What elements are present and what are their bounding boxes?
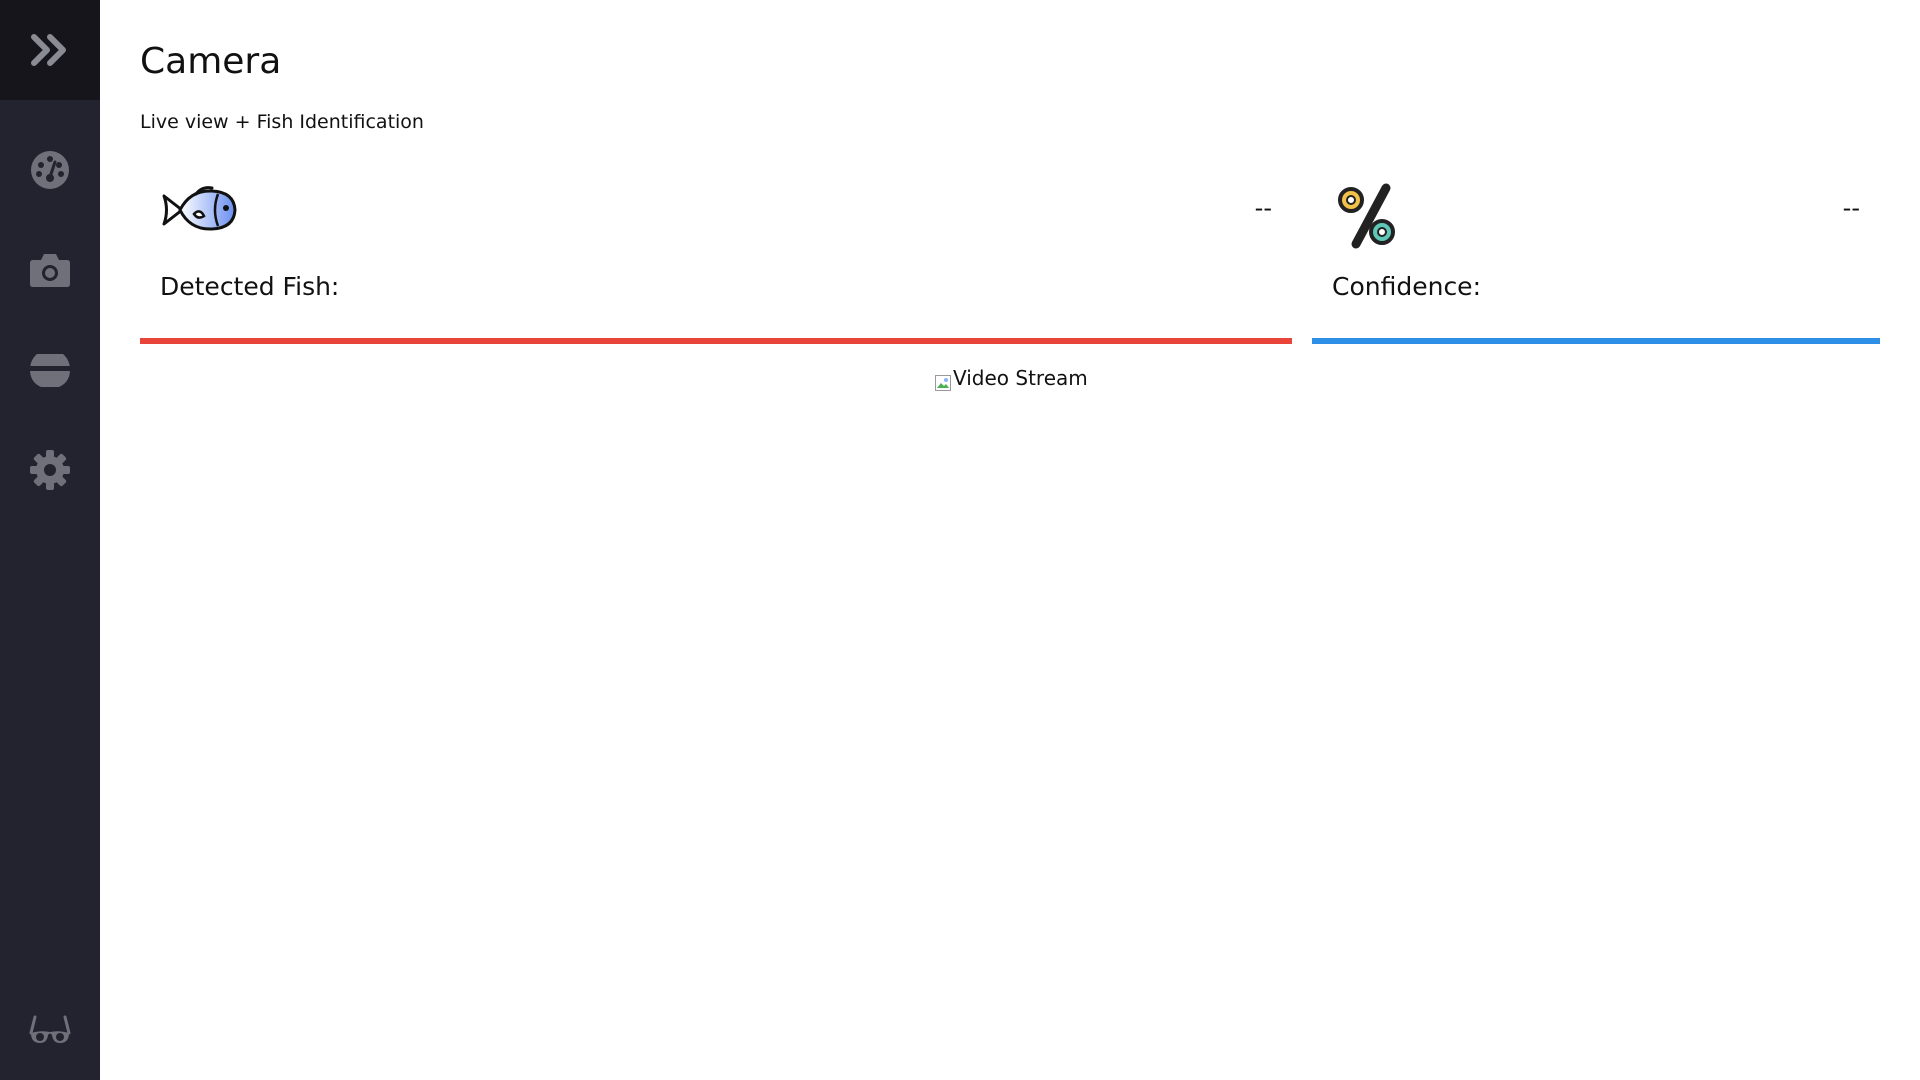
video-stream-alt-text: Video Stream	[953, 366, 1088, 390]
fish-bowl-icon	[29, 352, 71, 388]
confidence-accent-bar	[1312, 338, 1880, 344]
app: Camera Live view + Fish Identification -…	[0, 0, 1920, 1080]
detected-fish-label: Detected Fish:	[160, 272, 340, 301]
sidebar-item-camera[interactable]	[0, 230, 100, 310]
sidebar-item-settings[interactable]	[0, 430, 100, 510]
sidebar-item-glasses[interactable]	[0, 990, 100, 1070]
dashboard-gauge-icon	[30, 150, 70, 190]
page-subtitle: Live view + Fish Identification	[140, 111, 424, 133]
confidence-card: -- Confidence:	[1312, 170, 1880, 344]
camera-icon	[29, 252, 71, 288]
percent-icon	[1332, 180, 1402, 256]
broken-image-icon	[935, 370, 951, 391]
gear-icon	[30, 450, 70, 490]
fish-icon	[160, 180, 238, 244]
glasses-icon	[29, 1013, 71, 1047]
detected-fish-card: -- Detected Fish:	[140, 170, 1292, 344]
main-content: Camera Live view + Fish Identification -…	[100, 0, 1920, 1080]
sidebar-item-dashboard[interactable]	[0, 130, 100, 210]
sidebar	[0, 0, 100, 1080]
sidebar-toggle-button[interactable]	[0, 0, 100, 100]
detected-fish-accent-bar	[140, 338, 1292, 344]
detected-fish-value: --	[1254, 194, 1272, 222]
confidence-value: --	[1842, 194, 1860, 222]
confidence-label: Confidence:	[1332, 272, 1481, 301]
video-stream: Video Stream	[935, 364, 1088, 392]
double-chevron-right-icon	[30, 33, 70, 67]
sidebar-item-aquarium[interactable]	[0, 330, 100, 410]
page-title: Camera	[140, 41, 282, 82]
